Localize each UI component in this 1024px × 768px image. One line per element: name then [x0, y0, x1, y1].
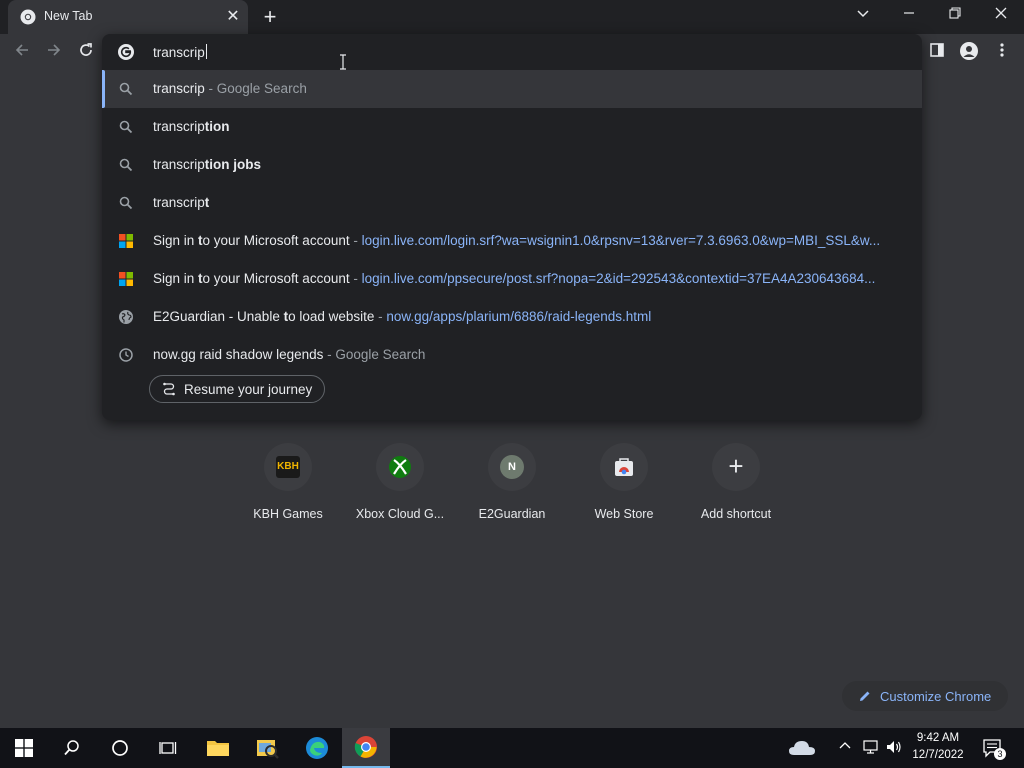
tab-title: New Tab [44, 9, 93, 23]
shortcut-kbh-games[interactable]: KBH KBH Games [232, 443, 344, 533]
photos-app-button[interactable] [244, 728, 292, 768]
search-icon [119, 158, 133, 172]
edge-browser-button[interactable] [293, 728, 341, 768]
letter-n-icon: N [500, 455, 524, 479]
suggestion-typed: transcrip [153, 81, 205, 96]
omnibox-text[interactable]: transcrip [153, 44, 207, 60]
journey-icon [163, 382, 175, 396]
suggestion-row[interactable]: Sign in to your Microsoft account - logi… [102, 260, 922, 298]
shortcut-e2guardian[interactable]: N E2Guardian [456, 443, 568, 533]
search-icon [119, 82, 133, 96]
notification-badge: 3 [994, 748, 1006, 760]
windows-taskbar: 9:42 AM 12/7/2022 3 [0, 728, 1024, 768]
cortana-circle-icon [112, 740, 128, 756]
chrome-icon [354, 736, 377, 758]
suggestion-typed: transcrip [153, 157, 205, 172]
suggestion-completion: t [204, 195, 210, 210]
suggestion-url: login.live.com/ppsecure/post.srf?nopa=2&… [361, 271, 876, 286]
show-hidden-icons-chevron-icon[interactable] [838, 739, 852, 756]
globe-icon [119, 310, 133, 324]
suggestion-row[interactable]: transcription jobs [102, 146, 922, 184]
google-g-icon [118, 44, 134, 60]
chrome-taskbar-button[interactable] [342, 728, 390, 768]
suggestion-url: now.gg/apps/plarium/6886/raid-legends.ht… [386, 309, 652, 324]
xbox-icon [389, 456, 411, 478]
back-arrow-icon[interactable] [11, 42, 33, 64]
edge-icon [306, 737, 328, 759]
search-icon [64, 740, 79, 756]
microsoft-logo-icon [119, 272, 133, 286]
suggestion-row[interactable]: transcription [102, 108, 922, 146]
image-search-icon [257, 740, 279, 759]
microsoft-logo-icon [119, 234, 133, 248]
minimize-button[interactable] [892, 4, 926, 30]
kebab-menu-icon[interactable] [991, 42, 1013, 64]
omnibox-dropdown: transcrip transcrip - Google Search tran… [102, 34, 922, 420]
side-panel-icon[interactable] [926, 42, 948, 64]
text-caret [205, 44, 207, 59]
text-cursor-icon [340, 54, 346, 70]
reload-icon[interactable] [75, 42, 97, 64]
tab-new-tab[interactable]: New Tab ✕ [8, 0, 248, 34]
shortcut-web-store[interactable]: Web Store [568, 443, 680, 533]
suggestion-row[interactable]: now.gg raid shadow legends - Google Sear… [102, 336, 922, 374]
suggestion-row[interactable]: Sign in to your Microsoft account - logi… [102, 222, 922, 260]
taskbar-search-button[interactable] [48, 728, 96, 768]
kbh-games-icon: KBH [276, 456, 300, 478]
new-tab-button[interactable]: + [258, 6, 282, 30]
suggestion-typed: transcrip [153, 119, 205, 134]
suggestion-suffix: Google Search [216, 81, 307, 96]
plus-icon: + [728, 451, 744, 481]
cortana-button[interactable] [96, 728, 144, 768]
shortcut-add[interactable]: + Add shortcut [680, 443, 792, 533]
suggestion-url: login.live.com/login.srf?wa=wsignin1.0&r… [361, 233, 881, 248]
network-icon[interactable] [862, 739, 880, 760]
search-icon [119, 120, 133, 134]
title-bar: New Tab ✕ + [0, 0, 1024, 34]
tab-close-icon[interactable]: ✕ [224, 8, 242, 26]
task-view-icon [159, 742, 177, 754]
notification-center-icon[interactable]: 3 [982, 738, 1006, 763]
pencil-icon [860, 691, 870, 701]
task-view-button[interactable] [144, 728, 192, 768]
search-icon [119, 196, 133, 210]
start-button[interactable] [0, 728, 48, 768]
suggestion-completion: tion [204, 119, 230, 134]
clock-date[interactable]: 12/7/2022 [906, 749, 970, 761]
volume-icon[interactable] [885, 739, 903, 760]
windows-logo-icon [15, 739, 33, 757]
suggestion-row[interactable]: E2Guardian - Unable to load website - no… [102, 298, 922, 336]
history-icon [119, 348, 133, 362]
forward-arrow-icon[interactable] [43, 42, 65, 64]
restore-button[interactable] [938, 4, 972, 30]
customize-chrome-button[interactable]: Customize Chrome [842, 681, 1008, 711]
onedrive-cloud-icon[interactable] [788, 739, 816, 757]
web-store-icon [615, 458, 633, 476]
suggestion-completion: tion jobs [204, 157, 262, 172]
suggestion-row[interactable]: transcrip - Google Search [102, 70, 922, 108]
suggestion-typed: transcrip [153, 195, 205, 210]
clock-time[interactable]: 9:42 AM [906, 732, 970, 744]
suggestion-row[interactable]: transcript [102, 184, 922, 222]
chrome-icon [20, 9, 36, 25]
omnibox-input[interactable]: transcrip [102, 34, 922, 70]
resume-journey-chip[interactable]: Resume your journey [149, 375, 326, 403]
shortcut-xbox-cloud[interactable]: Xbox Cloud G... [344, 443, 456, 533]
close-window-button[interactable] [984, 4, 1018, 30]
tab-search-icon[interactable] [846, 4, 880, 30]
file-explorer-button[interactable] [194, 728, 242, 768]
folder-icon [207, 741, 229, 756]
profile-avatar-icon[interactable] [958, 42, 980, 64]
